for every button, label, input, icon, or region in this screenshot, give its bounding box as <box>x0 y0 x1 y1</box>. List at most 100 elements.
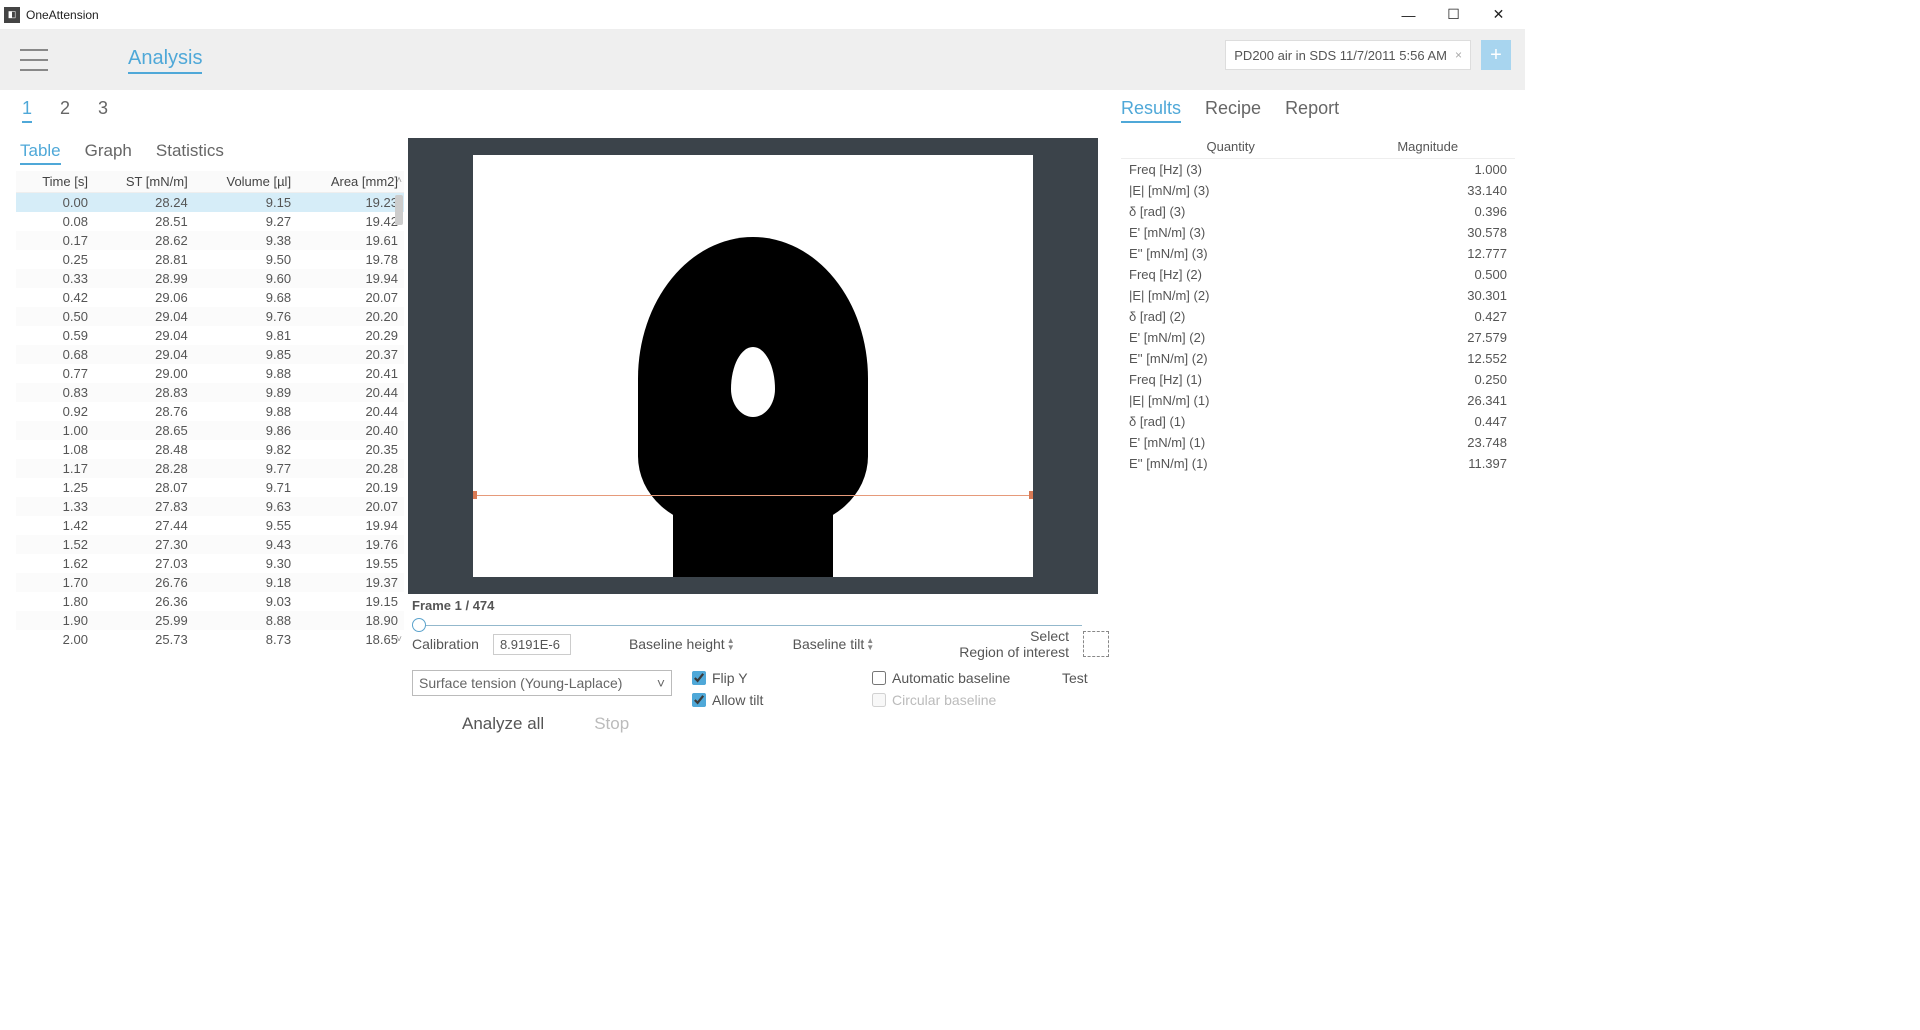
image-frame <box>408 138 1098 594</box>
baseline-height-label: Baseline height <box>629 636 725 652</box>
results-col-magnitude: Magnitude <box>1340 135 1515 159</box>
frame-slider[interactable] <box>412 617 1082 618</box>
table-row[interactable]: 0.0828.519.2719.42 <box>16 212 404 231</box>
automatic-baseline-checkbox[interactable]: Automatic baseline <box>872 670 1062 686</box>
results-row[interactable]: δ [rad] (1)0.447 <box>1121 411 1515 432</box>
results-row[interactable]: |E| [mN/m] (1)26.341 <box>1121 390 1515 411</box>
table-row[interactable]: 1.6227.039.3019.55 <box>16 554 404 573</box>
view-tab-graph[interactable]: Graph <box>85 141 132 165</box>
table-row[interactable]: 0.6829.049.8520.37 <box>16 345 404 364</box>
right-tab-results[interactable]: Results <box>1121 98 1181 123</box>
baseline-tilt-stepper[interactable]: ▲▼ <box>866 637 874 651</box>
frame-caption: Frame 1 / 474 <box>412 598 1109 613</box>
roi-select-button[interactable] <box>1083 631 1109 657</box>
window-maximize-button[interactable]: ☐ <box>1431 0 1476 30</box>
allow-tilt-checkbox[interactable]: Allow tilt <box>692 692 872 708</box>
baseline-tilt-label: Baseline tilt <box>793 636 865 652</box>
data-col-header[interactable]: Area [mm2] <box>297 171 404 193</box>
table-row[interactable]: 1.7026.769.1819.37 <box>16 573 404 592</box>
frame-slider-thumb[interactable] <box>412 618 426 632</box>
data-col-header[interactable]: ST [mN/m] <box>94 171 194 193</box>
close-icon[interactable]: × <box>1455 48 1462 62</box>
results-row[interactable]: E' [mN/m] (2)27.579 <box>1121 327 1515 348</box>
table-row[interactable]: 0.1728.629.3819.61 <box>16 231 404 250</box>
results-table: Quantity Magnitude Freq [Hz] (3)1.000|E|… <box>1121 135 1515 474</box>
table-row[interactable]: 1.5227.309.4319.76 <box>16 535 404 554</box>
scroll-down-icon[interactable]: ˅ <box>396 634 402 645</box>
results-row[interactable]: Freq [Hz] (3)1.000 <box>1121 159 1515 181</box>
table-row[interactable]: 1.8026.369.0319.15 <box>16 592 404 611</box>
table-row[interactable]: 0.0028.249.1519.23 <box>16 193 404 213</box>
table-row[interactable]: 1.0828.489.8220.35 <box>16 440 404 459</box>
right-panel: Results Recipe Report Quantity Magnitude F… <box>1113 90 1515 819</box>
table-row[interactable]: 0.9228.769.8820.44 <box>16 402 404 421</box>
table-row[interactable]: 0.4229.069.6820.07 <box>16 288 404 307</box>
baseline-height-stepper[interactable]: ▲▼ <box>727 637 735 651</box>
results-row[interactable]: |E| [mN/m] (3)33.140 <box>1121 180 1515 201</box>
results-row[interactable]: Freq [Hz] (2)0.500 <box>1121 264 1515 285</box>
run-tab-3[interactable]: 3 <box>98 98 108 123</box>
view-tab-statistics[interactable]: Statistics <box>156 141 224 165</box>
window-titlebar: ◧ OneAttension — ☐ ✕ <box>0 0 1525 30</box>
circular-baseline-checkbox: Circular baseline <box>872 692 1062 708</box>
results-row[interactable]: E' [mN/m] (1)23.748 <box>1121 432 1515 453</box>
table-row[interactable]: 1.9025.998.8818.90 <box>16 611 404 630</box>
results-row[interactable]: δ [rad] (2)0.427 <box>1121 306 1515 327</box>
mode-tab-analysis[interactable]: Analysis <box>128 47 202 74</box>
drop-image[interactable] <box>473 155 1033 577</box>
data-table-wrap: Time [s]ST [mN/m]Volume [µl]Area [mm2] 0… <box>16 171 404 649</box>
analysis-method-value: Surface tension (Young-Laplace) <box>419 675 622 691</box>
data-col-header[interactable]: Volume [µl] <box>194 171 297 193</box>
table-row[interactable]: 0.7729.009.8820.41 <box>16 364 404 383</box>
table-row[interactable]: 1.2528.079.7120.19 <box>16 478 404 497</box>
left-panel: 1 2 3 Table Graph Statistics Time [s]ST [mN/… <box>10 90 404 819</box>
table-row[interactable]: 1.4227.449.5519.94 <box>16 516 404 535</box>
view-tab-table[interactable]: Table <box>20 141 61 165</box>
table-row[interactable]: 0.8328.839.8920.44 <box>16 383 404 402</box>
chevron-down-icon: ˅ <box>657 675 665 691</box>
results-tabs: Results Recipe Report <box>1121 98 1515 123</box>
app-header: Analysis PD200 air in SDS 11/7/2011 5:56… <box>0 30 1525 90</box>
results-row[interactable]: E'' [mN/m] (1)11.397 <box>1121 453 1515 474</box>
right-tab-recipe[interactable]: Recipe <box>1205 98 1261 123</box>
window-close-button[interactable]: ✕ <box>1476 0 1521 30</box>
table-row[interactable]: 1.0028.659.8620.40 <box>16 421 404 440</box>
table-row[interactable]: 0.5029.049.7620.20 <box>16 307 404 326</box>
add-tab-button[interactable]: + <box>1481 40 1511 70</box>
scrollbar[interactable]: ˄ ˅ <box>394 171 404 649</box>
baseline-line[interactable] <box>473 495 1033 496</box>
table-row[interactable]: 0.5929.049.8120.29 <box>16 326 404 345</box>
table-row[interactable]: 1.3327.839.6320.07 <box>16 497 404 516</box>
results-col-quantity: Quantity <box>1121 135 1340 159</box>
table-row[interactable]: 0.2528.819.5019.78 <box>16 250 404 269</box>
right-tab-report[interactable]: Report <box>1285 98 1339 123</box>
calibration-value[interactable]: 8.9191E-6 <box>493 634 571 655</box>
baseline-handle-left[interactable] <box>473 491 477 499</box>
run-tab-1[interactable]: 1 <box>22 98 32 123</box>
scroll-thumb[interactable] <box>395 195 403 225</box>
document-tab[interactable]: PD200 air in SDS 11/7/2011 5:56 AM × <box>1225 40 1471 70</box>
stop-button[interactable]: Stop <box>584 710 639 738</box>
table-row[interactable]: 2.0025.738.7318.65 <box>16 630 404 649</box>
run-tab-2[interactable]: 2 <box>60 98 70 123</box>
table-row[interactable]: 1.1728.289.7720.28 <box>16 459 404 478</box>
calibration-label: Calibration <box>412 636 479 652</box>
scroll-up-icon[interactable]: ˄ <box>396 175 402 186</box>
analysis-method-select[interactable]: Surface tension (Young-Laplace) ˅ <box>412 670 672 696</box>
results-row[interactable]: E'' [mN/m] (3)12.777 <box>1121 243 1515 264</box>
results-row[interactable]: Freq [Hz] (1)0.250 <box>1121 369 1515 390</box>
baseline-handle-right[interactable] <box>1029 491 1033 499</box>
results-row[interactable]: δ [rad] (3)0.396 <box>1121 201 1515 222</box>
menu-icon[interactable] <box>20 49 48 71</box>
data-table: Time [s]ST [mN/m]Volume [µl]Area [mm2] 0… <box>16 171 404 649</box>
window-minimize-button[interactable]: — <box>1386 0 1431 30</box>
data-col-header[interactable]: Time [s] <box>16 171 94 193</box>
table-row[interactable]: 0.3328.999.6019.94 <box>16 269 404 288</box>
results-row[interactable]: |E| [mN/m] (2)30.301 <box>1121 285 1515 306</box>
roi-label-1: Select <box>959 628 1069 644</box>
results-row[interactable]: E'' [mN/m] (2)12.552 <box>1121 348 1515 369</box>
analyze-all-button[interactable]: Analyze all <box>452 710 554 738</box>
flip-y-checkbox[interactable]: Flip Y <box>692 670 872 686</box>
test-button[interactable]: Test <box>1062 670 1088 686</box>
results-row[interactable]: E' [mN/m] (3)30.578 <box>1121 222 1515 243</box>
